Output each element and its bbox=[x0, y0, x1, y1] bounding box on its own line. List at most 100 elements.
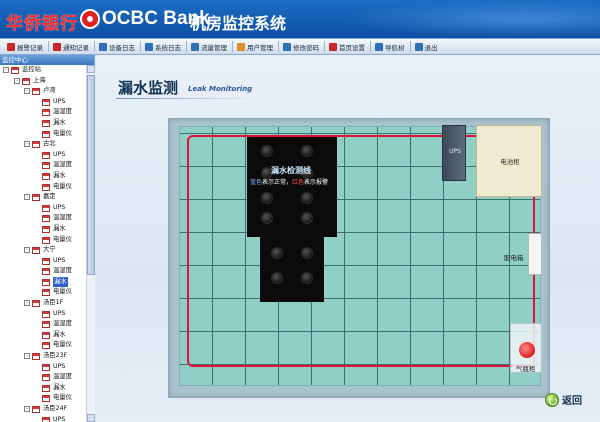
tree-item[interactable]: 温湿度 bbox=[0, 213, 86, 224]
tree-item-label: 电量仪 bbox=[53, 129, 72, 137]
tree-item-label: 温湿度 bbox=[53, 373, 72, 381]
back-button[interactable]: 返回 bbox=[545, 392, 582, 407]
toolbar-button-label: 退出 bbox=[424, 43, 438, 52]
tree-item[interactable]: 温湿度 bbox=[0, 266, 86, 277]
tree-item[interactable]: 漏水 bbox=[0, 118, 86, 129]
toolbar-button-label: 修改密码 bbox=[293, 43, 319, 52]
tree-item[interactable]: 电量仪 bbox=[0, 393, 86, 404]
tree-item[interactable]: 电量仪 bbox=[0, 182, 86, 193]
tree-item[interactable]: 电量仪 bbox=[0, 129, 86, 140]
page-title: 漏水监测 bbox=[118, 79, 179, 97]
tree-item-label: UPS bbox=[53, 203, 66, 211]
tree-toggle-icon[interactable]: - bbox=[24, 300, 30, 307]
tree-toggle-icon[interactable]: - bbox=[24, 247, 30, 254]
device-log-icon bbox=[99, 42, 107, 51]
tree-node-icon bbox=[42, 215, 50, 223]
toolbar-button-system-log[interactable]: 系统日志 bbox=[142, 40, 184, 54]
tree-item[interactable]: UPS bbox=[0, 150, 86, 161]
tree-item[interactable]: - 大宁 bbox=[0, 245, 86, 256]
tree-item[interactable]: - 汤臣1F bbox=[0, 298, 86, 309]
toolbar-button-flow[interactable]: 流量管理 bbox=[188, 40, 230, 54]
battery-cabinet[interactable]: 电池柜 bbox=[476, 125, 542, 197]
tree-item[interactable]: - 上海 bbox=[0, 76, 86, 87]
tree-item[interactable]: 温湿度 bbox=[0, 372, 86, 383]
tree-item[interactable]: - 卢湾 bbox=[0, 86, 86, 97]
tree-item[interactable]: 漏水 bbox=[0, 383, 86, 394]
tree-item-label: 汤臣1F bbox=[43, 299, 64, 307]
toolbar-button-user[interactable]: 用户管理 bbox=[234, 40, 276, 54]
toolbar-button-device-log[interactable]: 设备日志 bbox=[96, 40, 138, 54]
tree-item[interactable]: - 监控站 bbox=[0, 65, 86, 76]
tree-item[interactable]: UPS bbox=[0, 415, 86, 422]
scroll-down-button[interactable] bbox=[87, 414, 95, 422]
tree-node-icon bbox=[22, 77, 30, 85]
scroll-thumb[interactable] bbox=[87, 75, 95, 275]
legend-alarm-text: 表示报警 bbox=[304, 179, 329, 186]
toolbar-button-exit[interactable]: 退出 bbox=[412, 40, 441, 54]
toolbar: 报警记录 通知记录 设备日志 系统日志 流量管理 用户管理 修改密码 首页设置 导航树 退出 bbox=[0, 38, 600, 55]
tree-toggle-icon[interactable]: - bbox=[24, 141, 30, 148]
tree-item[interactable]: 电量仪 bbox=[0, 235, 86, 246]
tree-toggle-icon[interactable]: - bbox=[14, 77, 20, 84]
tree-item[interactable]: UPS bbox=[0, 362, 86, 373]
tree-item[interactable]: 漏水 bbox=[0, 330, 86, 341]
tree-node-icon bbox=[42, 172, 50, 180]
navigation-tree: - 监控站 - 上海 - 卢湾 UPS 温湿度 漏水 电量仪 - 古北 UPS 温湿度 漏水 电量仪 - 嘉定 UP… bbox=[0, 65, 86, 422]
tree-node-icon bbox=[42, 119, 50, 127]
tree-scrollbar[interactable] bbox=[86, 65, 95, 422]
app-header: 华侨银行 OCBC Bank 机房监控系统 bbox=[0, 0, 600, 38]
cabinet-component bbox=[301, 247, 313, 259]
tree-item[interactable]: 温湿度 bbox=[0, 107, 86, 118]
tree-toggle-icon[interactable]: - bbox=[24, 406, 30, 412]
tree-node-icon bbox=[42, 257, 50, 265]
toolbar-button-notice[interactable]: 通知记录 bbox=[50, 40, 92, 54]
tree-item[interactable]: 电量仪 bbox=[0, 287, 86, 298]
tree-item[interactable]: - 古北 bbox=[0, 139, 86, 150]
tree-item[interactable]: - 汤臣24F bbox=[0, 404, 86, 415]
tree-toggle-icon[interactable]: - bbox=[3, 67, 9, 73]
header-glow bbox=[340, 0, 600, 38]
exit-icon bbox=[414, 42, 423, 51]
cabinet-component bbox=[261, 145, 273, 157]
power-distribution-box[interactable] bbox=[528, 233, 542, 275]
tree-toggle-icon[interactable]: - bbox=[24, 194, 30, 201]
nav-tree-icon bbox=[375, 42, 383, 51]
tree-item[interactable]: 电量仪 bbox=[0, 340, 86, 351]
tree-item[interactable]: 漏水 bbox=[0, 276, 86, 288]
tree-node-icon bbox=[32, 406, 40, 413]
left-panel-title: 监控中心 bbox=[0, 55, 94, 65]
tree-item-label: 温湿度 bbox=[53, 108, 72, 116]
tree-item-label: 电量仪 bbox=[53, 235, 72, 243]
tree-item[interactable]: 温湿度 bbox=[0, 319, 86, 330]
tree-item[interactable]: UPS bbox=[0, 256, 86, 267]
tree-item[interactable]: - 汤臣23F bbox=[0, 351, 86, 362]
scroll-up-button[interactable] bbox=[87, 65, 95, 73]
toolbar-separator bbox=[370, 41, 371, 52]
tree-item[interactable]: UPS bbox=[0, 309, 86, 320]
tree-item-label: 温湿度 bbox=[53, 320, 72, 328]
server-cabinet[interactable]: 漏水检测线 蓝色表示正常，红色表示报警 bbox=[247, 137, 337, 302]
page-subtitle: Leak Monitoring bbox=[188, 85, 253, 93]
ups-unit[interactable]: UPS bbox=[442, 125, 466, 181]
tree-item[interactable]: - 嘉定 bbox=[0, 192, 86, 203]
toolbar-button-home-settings[interactable]: 首页设置 bbox=[326, 40, 368, 54]
alarm-icon bbox=[7, 42, 15, 51]
toolbar-button-nav-tree[interactable]: 导航树 bbox=[372, 40, 408, 54]
tree-item-label: 温湿度 bbox=[53, 214, 72, 222]
toolbar-separator bbox=[94, 41, 95, 52]
tree-item[interactable]: 漏水 bbox=[0, 224, 86, 235]
cabinet-component bbox=[261, 212, 273, 224]
tree-item-label: 古北 bbox=[43, 140, 56, 148]
tree-item[interactable]: 漏水 bbox=[0, 171, 86, 182]
tree-node-icon bbox=[42, 289, 50, 297]
tree-toggle-icon[interactable]: - bbox=[24, 88, 30, 95]
toolbar-button-password[interactable]: 修改密码 bbox=[280, 40, 322, 54]
tree-item[interactable]: 温湿度 bbox=[0, 160, 86, 171]
tree-node-icon bbox=[32, 353, 40, 361]
tree-item[interactable]: UPS bbox=[0, 97, 86, 108]
toolbar-button-alarm[interactable]: 报警记录 bbox=[4, 40, 46, 54]
tree-node-icon bbox=[42, 236, 50, 244]
tree-item[interactable]: UPS bbox=[0, 203, 86, 214]
tree-item-label: UPS bbox=[53, 150, 66, 158]
tree-toggle-icon[interactable]: - bbox=[24, 353, 30, 360]
